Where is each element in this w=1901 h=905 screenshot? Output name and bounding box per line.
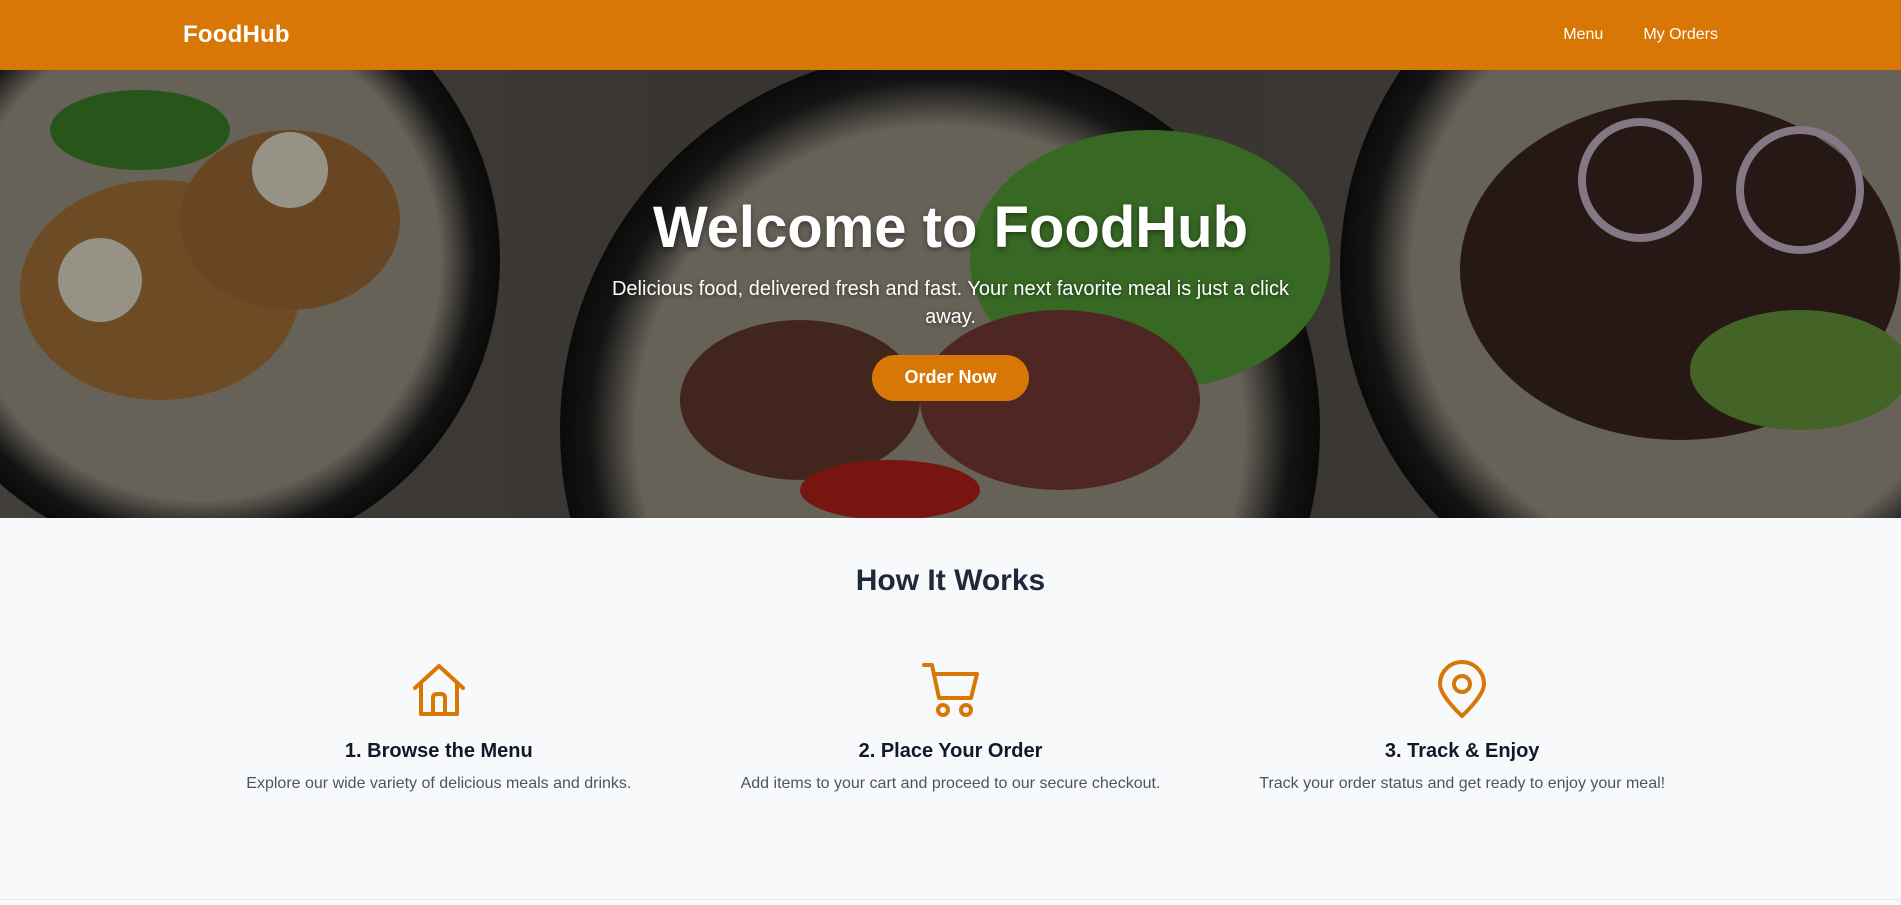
- step-place-order: 2. Place Your Order Add items to your ca…: [695, 660, 1207, 793]
- how-it-works-section: How It Works 1. Browse the Menu Explore …: [0, 518, 1901, 900]
- home-icon: [409, 660, 469, 720]
- hero-content: Welcome to FoodHub Delicious food, deliv…: [0, 70, 1901, 518]
- step-description: Explore our wide variety of delicious me…: [246, 775, 632, 792]
- brand-logo-link[interactable]: FoodHub: [183, 21, 290, 49]
- step-browse-menu: 1. Browse the Menu Explore our wide vari…: [183, 660, 695, 793]
- nav-link-menu[interactable]: Menu: [1563, 26, 1603, 44]
- order-now-button[interactable]: Order Now: [872, 354, 1029, 401]
- step-description: Track your order status and get ready to…: [1259, 775, 1666, 792]
- hero-section: Welcome to FoodHub Delicious food, deliv…: [0, 70, 1901, 518]
- step-description: Add items to your cart and proceed to ou…: [740, 775, 1161, 792]
- shopping-cart-icon: [921, 660, 981, 720]
- map-pin-icon: [1432, 660, 1492, 720]
- step-title: 1. Browse the Menu: [344, 740, 533, 762]
- top-navbar: FoodHub Menu My Orders: [0, 0, 1901, 70]
- main-nav: Menu My Orders: [1563, 26, 1718, 44]
- hero-title: Welcome to FoodHub: [652, 195, 1248, 260]
- nav-link-my-orders[interactable]: My Orders: [1643, 26, 1718, 44]
- steps-list: 1. Browse the Menu Explore our wide vari…: [183, 660, 1718, 793]
- step-track-enjoy: 3. Track & Enjoy Track your order status…: [1206, 660, 1718, 793]
- hero-subtitle: Delicious food, delivered fresh and fast…: [611, 277, 1289, 328]
- step-title: 2. Place Your Order: [858, 740, 1043, 762]
- section-title: How It Works: [855, 564, 1046, 597]
- step-title: 3. Track & Enjoy: [1384, 740, 1540, 762]
